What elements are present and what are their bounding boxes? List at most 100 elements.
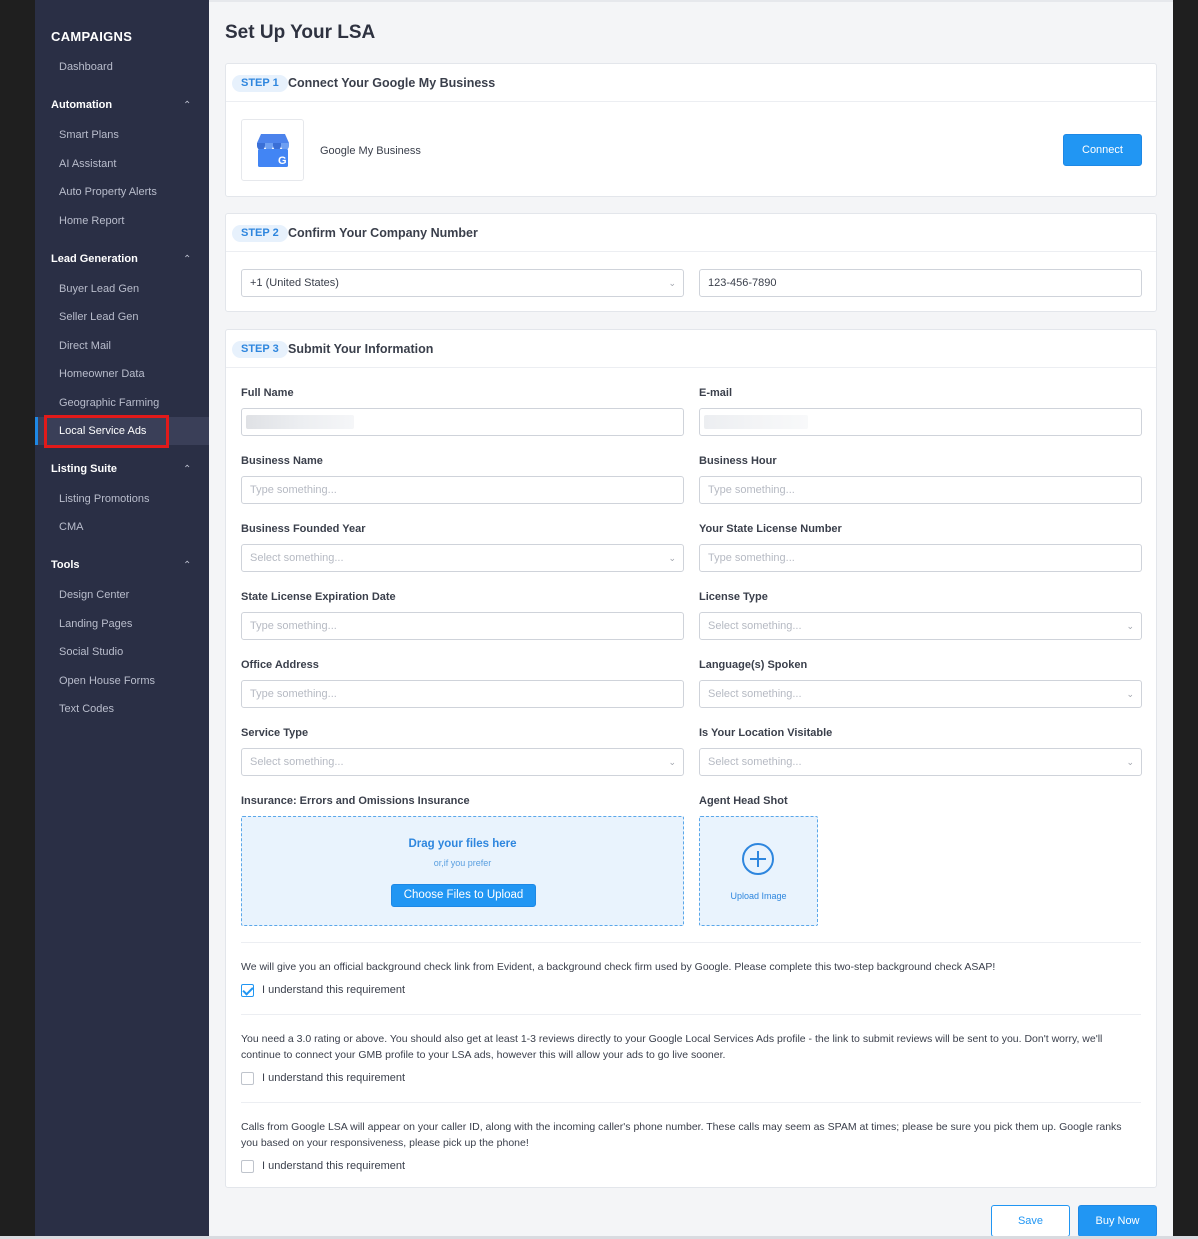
requirement-checkbox[interactable] xyxy=(241,1072,254,1085)
service-type-select[interactable]: Select something... ⌄ xyxy=(241,748,684,776)
chevron-up-icon[interactable]: ⌃ xyxy=(183,560,191,571)
chevron-down-icon: ⌄ xyxy=(668,278,676,288)
sidebar-item-homeowner-data[interactable]: Homeowner Data xyxy=(59,368,145,380)
chevron-down-icon: ⌄ xyxy=(668,757,676,767)
requirement-checkbox[interactable] xyxy=(241,984,254,997)
step-title: Submit Your Information xyxy=(288,342,434,356)
founded-year-label: Business Founded Year xyxy=(241,523,366,535)
divider xyxy=(241,1014,1141,1015)
requirement-checkbox-label[interactable]: I understand this requirement xyxy=(262,1160,405,1172)
head-shot-label: Agent Head Shot xyxy=(699,795,788,807)
placeholder: Type something... xyxy=(708,484,795,496)
sidebar-item-social-studio[interactable]: Social Studio xyxy=(59,646,123,658)
email-input[interactable] xyxy=(699,408,1142,436)
sidebar-item-geographic-farming[interactable]: Geographic Farming xyxy=(59,397,159,409)
placeholder: Type something... xyxy=(250,484,337,496)
insurance-label: Insurance: Errors and Omissions Insuranc… xyxy=(241,795,470,807)
full-name-input[interactable] xyxy=(241,408,684,436)
save-button[interactable]: Save xyxy=(991,1205,1070,1237)
upload-image-label: Upload Image xyxy=(730,891,787,901)
sidebar-group-lead-generation[interactable]: Lead Generation xyxy=(51,253,138,265)
head-shot-upload[interactable]: Upload Image xyxy=(699,816,818,926)
insurance-dropzone[interactable]: Drag your files here or,if you prefer Ch… xyxy=(241,816,684,926)
card-header: STEP 2 Confirm Your Company Number xyxy=(226,214,1156,252)
sidebar-item-text-codes[interactable]: Text Codes xyxy=(59,703,114,715)
country-code-select[interactable]: +1 (United States) ⌄ xyxy=(241,269,684,297)
state-license-number-label: Your State License Number xyxy=(699,523,842,535)
step-title: Confirm Your Company Number xyxy=(288,226,478,240)
sidebar-item-landing-pages[interactable]: Landing Pages xyxy=(59,618,132,630)
location-visitable-select[interactable]: Select something... ⌄ xyxy=(699,748,1142,776)
sidebar-item-auto-property-alerts[interactable]: Auto Property Alerts xyxy=(59,186,157,198)
placeholder: Type something... xyxy=(708,552,795,564)
requirement-text: You need a 3.0 rating or above. You shou… xyxy=(241,1033,1103,1061)
placeholder: Select something... xyxy=(708,688,802,700)
chevron-up-icon[interactable]: ⌃ xyxy=(183,100,191,111)
step-title: Connect Your Google My Business xyxy=(288,76,496,90)
redacted-value xyxy=(704,415,808,429)
chevron-up-icon[interactable]: ⌃ xyxy=(183,254,191,265)
state-license-number-input[interactable]: Type something... xyxy=(699,544,1142,572)
step-badge: STEP 1 xyxy=(232,75,288,92)
chevron-down-icon: ⌄ xyxy=(1126,689,1134,699)
country-code-value: +1 (United States) xyxy=(250,277,339,289)
phone-number-value: 123-456-7890 xyxy=(708,277,777,289)
sidebar-item-seller-lead-gen[interactable]: Seller Lead Gen xyxy=(59,311,139,323)
sidebar-item-dashboard[interactable]: Dashboard xyxy=(59,61,113,73)
placeholder: Type something... xyxy=(250,620,337,632)
step1-card: STEP 1 Connect Your Google My Business G… xyxy=(225,63,1157,197)
email-label: E-mail xyxy=(699,387,733,399)
requirement-checkbox-label[interactable]: I understand this requirement xyxy=(262,1072,405,1084)
chevron-down-icon: ⌄ xyxy=(668,553,676,563)
step-badge: STEP 3 xyxy=(232,341,288,358)
sidebar-group-automation[interactable]: Automation xyxy=(51,99,112,111)
gmb-store-icon: G xyxy=(257,134,289,167)
location-visitable-label: Is Your Location Visitable xyxy=(699,727,833,739)
sidebar-item-listing-promotions[interactable]: Listing Promotions xyxy=(59,493,150,505)
license-type-label: License Type xyxy=(699,591,768,603)
divider xyxy=(241,1102,1141,1103)
sidebar-item-design-center[interactable]: Design Center xyxy=(59,589,129,601)
business-name-input[interactable]: Type something... xyxy=(241,476,684,504)
redacted-value xyxy=(246,415,354,429)
requirement-text: Calls from Google LSA will appear on you… xyxy=(241,1121,1122,1149)
step-badge: STEP 2 xyxy=(232,225,288,242)
license-expiration-label: State License Expiration Date xyxy=(241,591,396,603)
chevron-up-icon[interactable]: ⌃ xyxy=(183,464,191,475)
sidebar-item-open-house-forms[interactable]: Open House Forms xyxy=(59,675,155,687)
top-divider xyxy=(209,0,1173,2)
step3-card: STEP 3 Submit Your Information Full Name… xyxy=(225,329,1157,1188)
sidebar-item-ai-assistant[interactable]: AI Assistant xyxy=(59,158,116,170)
dropzone-subtitle: or,if you prefer xyxy=(433,858,492,868)
annotation-highlight-box xyxy=(44,415,169,448)
connect-button[interactable]: Connect xyxy=(1063,134,1142,166)
founded-year-select[interactable]: Select something... ⌄ xyxy=(241,544,684,572)
choose-files-button[interactable]: Choose Files to Upload xyxy=(391,884,536,907)
sidebar-item-home-report[interactable]: Home Report xyxy=(59,215,124,227)
gmb-logo: G xyxy=(241,119,304,181)
sidebar-group-tools[interactable]: Tools xyxy=(51,559,80,571)
placeholder: Select something... xyxy=(250,756,344,768)
card-header: STEP 1 Connect Your Google My Business xyxy=(226,64,1156,102)
placeholder: Type something... xyxy=(250,688,337,700)
license-type-select[interactable]: Select something... ⌄ xyxy=(699,612,1142,640)
requirement-checkbox-label[interactable]: I understand this requirement xyxy=(262,984,405,996)
buy-now-button[interactable]: Buy Now xyxy=(1078,1205,1157,1237)
sidebar-group-listing-suite[interactable]: Listing Suite xyxy=(51,463,117,475)
window-frame-left xyxy=(0,0,35,1239)
office-address-input[interactable]: Type something... xyxy=(241,680,684,708)
sidebar-item-smart-plans[interactable]: Smart Plans xyxy=(59,129,119,141)
license-expiration-input[interactable]: Type something... xyxy=(241,612,684,640)
sidebar-item-cma[interactable]: CMA xyxy=(59,521,83,533)
sidebar-item-buyer-lead-gen[interactable]: Buyer Lead Gen xyxy=(59,283,139,295)
dropzone-title: Drag your files here xyxy=(408,838,517,850)
phone-number-input[interactable]: 123-456-7890 xyxy=(699,269,1142,297)
divider xyxy=(241,942,1141,943)
business-hour-input[interactable]: Type something... xyxy=(699,476,1142,504)
requirement-checkbox[interactable] xyxy=(241,1160,254,1173)
placeholder: Select something... xyxy=(708,756,802,768)
languages-select[interactable]: Select something... ⌄ xyxy=(699,680,1142,708)
business-hour-label: Business Hour xyxy=(699,455,777,467)
chevron-down-icon: ⌄ xyxy=(1126,757,1134,767)
sidebar-item-direct-mail[interactable]: Direct Mail xyxy=(59,340,111,352)
